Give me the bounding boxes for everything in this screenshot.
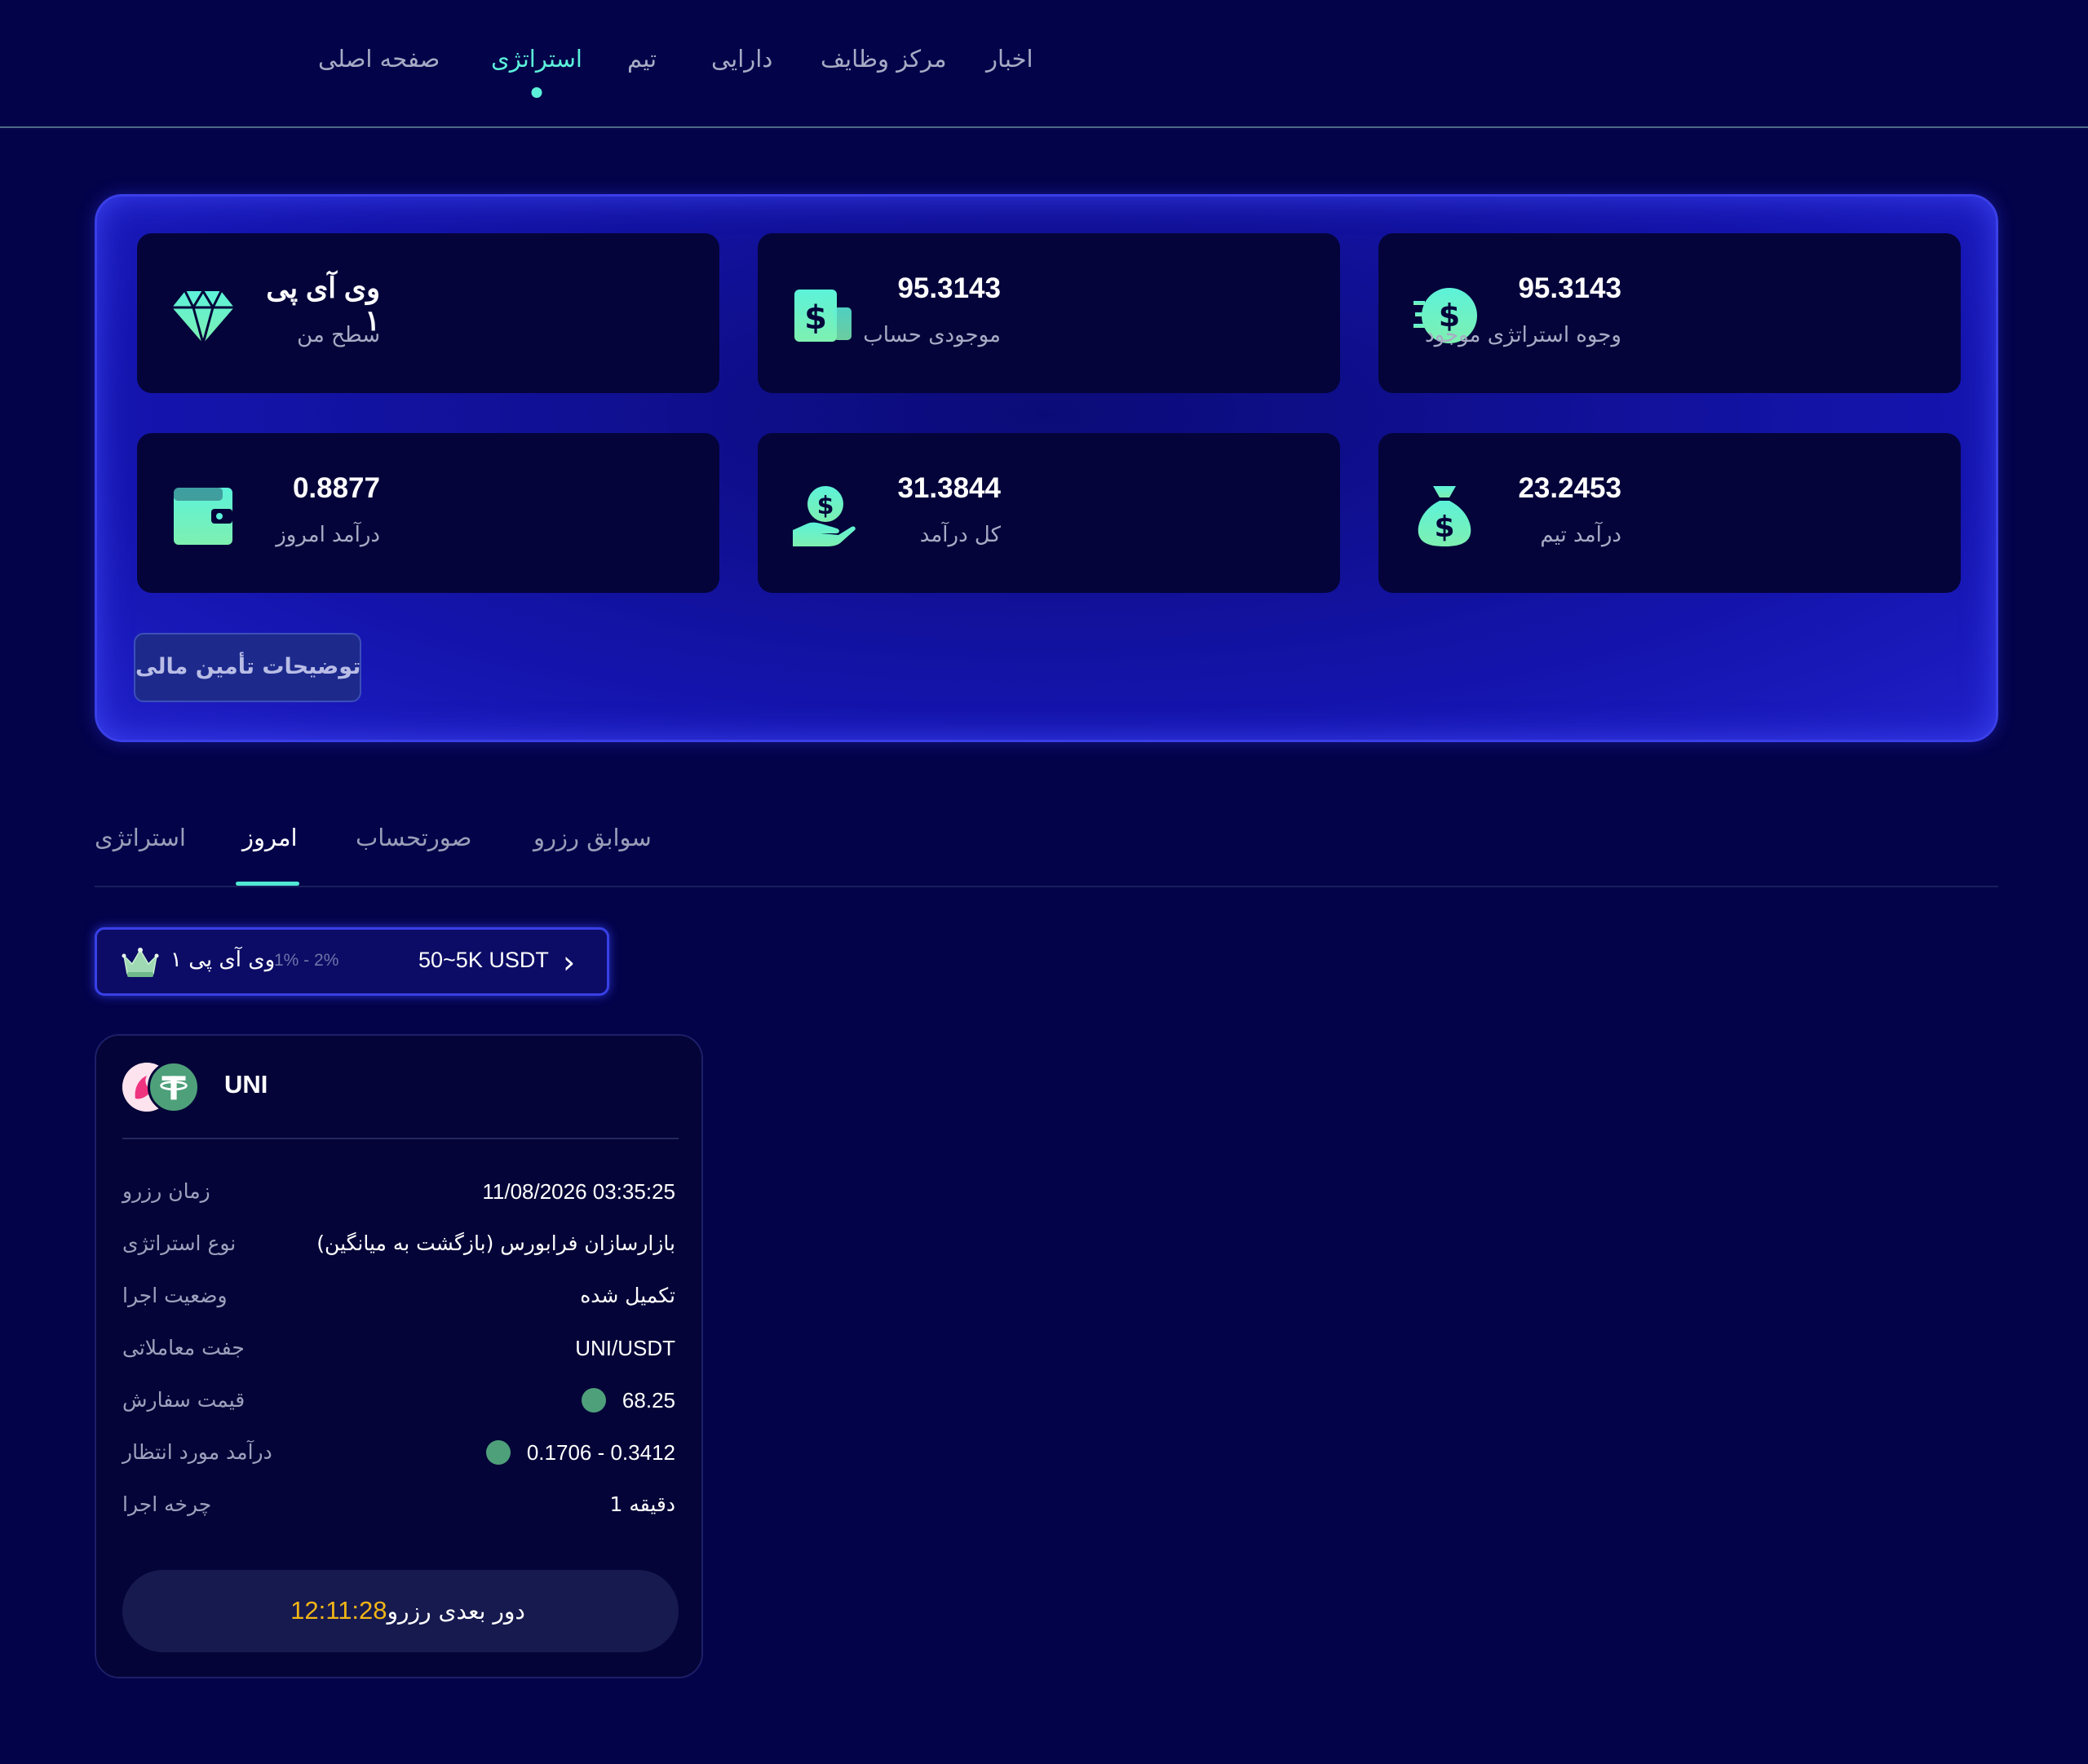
nav-item-task-center[interactable]: مرکز وظایف xyxy=(821,45,947,73)
row-label-trading-pair: جفت معاملاتی xyxy=(122,1336,245,1359)
svg-text:$: $ xyxy=(817,492,834,520)
row-label-order-price: قیمت سفارش xyxy=(122,1388,246,1412)
row-value-strategy-type: بازارسازان فرابورس (بازگشت به میانگین) xyxy=(316,1231,675,1255)
stat-card-today-income: 0.8877 درآمد امروز xyxy=(137,433,719,593)
row-value-expected-income: 0.1706 - 0.3412 xyxy=(485,1440,675,1466)
row-label-execution-cycle: چرخه اجرا xyxy=(122,1492,212,1516)
stat-value: 31.3844 xyxy=(897,472,1001,504)
row-label-execution-status: وضعیت اجرا xyxy=(122,1284,228,1307)
vip-name: وی آی پی ۱ xyxy=(170,948,276,972)
active-indicator-dot xyxy=(531,87,542,98)
order-tabs: استراتژی امروز صورتحساب سوابق رزرو xyxy=(95,816,1998,887)
nav-item-home[interactable]: صفحه اصلی xyxy=(318,45,440,73)
row-label-reserve-time: زمان رزرو xyxy=(122,1179,210,1203)
next-round-label: دور بعدی رزرو xyxy=(387,1598,525,1625)
nav-item-news[interactable]: اخبار xyxy=(986,45,1033,73)
row-value-order-price: 68.25 xyxy=(581,1388,675,1414)
stats-panel: $ 95.3143 وجوه استراتژی موجود $ 95.3143 … xyxy=(95,194,1998,742)
stat-label: کل درآمد xyxy=(919,523,1001,547)
expected-income-value: 0.1706 - 0.3412 xyxy=(526,1440,675,1465)
tab-strategy[interactable]: استراتژی xyxy=(95,824,186,851)
usdt-icon xyxy=(581,1388,606,1413)
nav-item-strategy[interactable]: استراتژی xyxy=(491,45,582,98)
nav-item-strategy-label: استراتژی xyxy=(491,45,582,73)
row-label-strategy-type: نوع استراتژی xyxy=(122,1231,237,1255)
usdt-coin-icon xyxy=(148,1061,200,1113)
tab-reservation-history[interactable]: سوابق رزرو xyxy=(533,824,652,851)
chevron-right-icon: › xyxy=(563,944,576,980)
order-card: UNI زمان رزرو 11/08/2026 03:35:25 نوع اس… xyxy=(95,1034,703,1678)
crown-icon xyxy=(122,948,159,977)
top-nav: اخبار مرکز وظایف دارایی تیم استراتژی صفح… xyxy=(0,0,2088,128)
stat-card-account-balance: $ 95.3143 موجودی حساب xyxy=(758,233,1340,393)
stat-card-strategy-funds: $ 95.3143 وجوه استراتژی موجود xyxy=(1378,233,1961,393)
order-pair-title: UNI xyxy=(224,1070,268,1099)
stat-value: 95.3143 xyxy=(1518,272,1621,304)
row-value-reserve-time: 11/08/2026 03:35:25 xyxy=(482,1179,675,1204)
active-tab-underline xyxy=(236,882,299,886)
stat-label: موجودی حساب xyxy=(863,323,1001,347)
stat-value: 95.3143 xyxy=(897,272,1001,304)
nav-item-assets[interactable]: دارایی xyxy=(711,45,772,73)
stat-label: سطح من xyxy=(297,323,380,347)
tab-invoice[interactable]: صورتحساب xyxy=(356,824,471,851)
countdown-value: 12:11:28 xyxy=(290,1596,387,1625)
stat-label: وجوه استراتژی موجود xyxy=(1424,323,1621,347)
row-value-execution-status: تکمیل شده xyxy=(580,1284,675,1307)
row-value-trading-pair: UNI/USDT xyxy=(575,1336,675,1360)
vip-percent: 1% - 2% xyxy=(274,951,339,970)
usdt-icon xyxy=(485,1440,511,1466)
row-label-expected-income: درآمد مورد انتظار xyxy=(122,1440,272,1464)
vip-level-selector[interactable]: › 50~5K USDT 1% - 2% وی آی پی ۱ xyxy=(95,927,609,996)
divider xyxy=(122,1138,679,1139)
stat-card-my-level: وی آی پی ۱ سطح من xyxy=(137,233,719,393)
funding-description-button[interactable]: توضیحات تأمین مالی xyxy=(134,633,361,702)
nav-item-team[interactable]: تیم xyxy=(627,45,657,73)
tab-today[interactable]: امروز xyxy=(242,824,298,851)
stat-value: 23.2453 xyxy=(1518,472,1621,504)
stat-card-total-income: $ 31.3844 کل درآمد xyxy=(758,433,1340,593)
stat-value: 0.8877 xyxy=(292,472,380,504)
vip-range: 50~5K USDT xyxy=(418,948,549,972)
stat-label: درآمد امروز xyxy=(276,523,380,547)
order-price-value: 68.25 xyxy=(622,1388,675,1413)
stat-label: درآمد تیم xyxy=(1540,523,1621,547)
row-value-execution-cycle: دقیقه 1 xyxy=(609,1492,675,1516)
next-round-timer: دور بعدی رزرو12:11:28 xyxy=(122,1570,679,1652)
stat-card-team-income: $ 23.2453 درآمد تیم xyxy=(1378,433,1961,593)
